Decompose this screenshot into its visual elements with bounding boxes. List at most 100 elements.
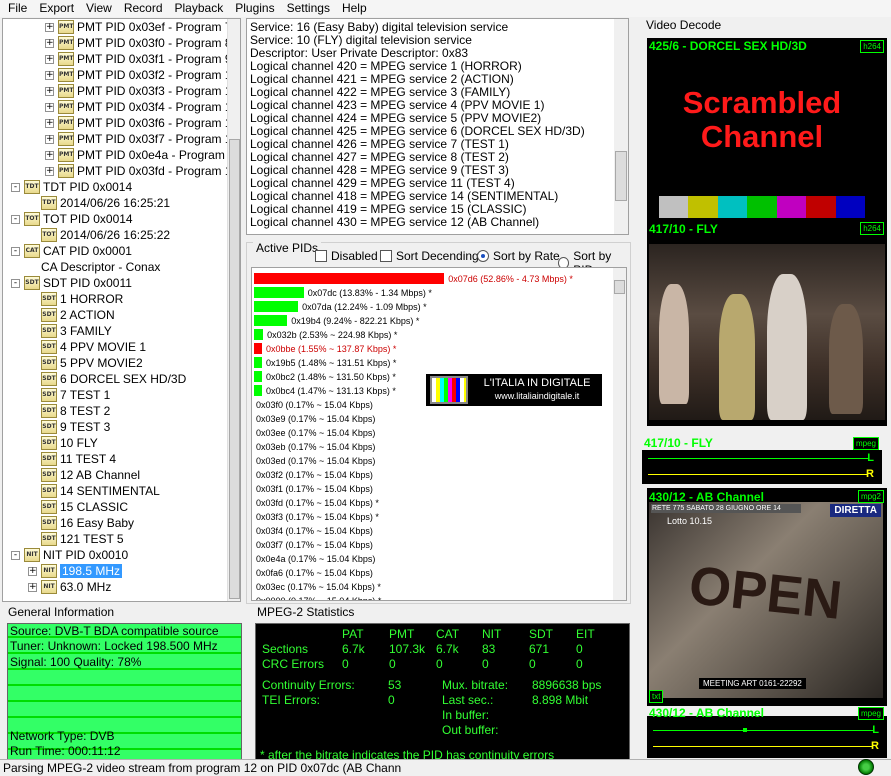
- tree-node[interactable]: SDT 2 ACTION: [28, 307, 115, 323]
- pid-row[interactable]: 0x03ee (0.17% ~ 15.04 Kbps): [256, 426, 375, 439]
- tree-node[interactable]: SDT 16 Easy Baby: [28, 515, 134, 531]
- pid-row[interactable]: 0x0e4a (0.17% ~ 15.04 Kbps): [256, 552, 375, 565]
- pid-row[interactable]: 0x07dc (13.83% - 1.34 Mbps) *: [254, 286, 432, 299]
- tree-node[interactable]: + PMT PMT PID 0x03f1 - Program 9: [45, 51, 232, 67]
- tree-node[interactable]: TDT 2014/06/26 16:25:21: [28, 195, 170, 211]
- pid-row[interactable]: 0x07da (12.24% - 1.09 Mbps) *: [254, 300, 427, 313]
- pid-row[interactable]: 0x03f4 (0.17% ~ 15.04 Kbps): [256, 524, 373, 537]
- menu-help[interactable]: Help: [336, 0, 373, 17]
- tree-node[interactable]: SDT 6 DORCEL SEX HD/3D: [28, 371, 186, 387]
- menu-file[interactable]: File: [2, 0, 33, 17]
- pid-row[interactable]: 0x07d6 (52.86% - 4.73 Mbps) *: [254, 272, 573, 285]
- tree-node[interactable]: SDT 15 CLASSIC: [28, 499, 128, 515]
- collapse-icon[interactable]: -: [11, 550, 20, 560]
- collapse-icon[interactable]: -: [11, 182, 20, 192]
- tree-node[interactable]: SDT 4 PPV MOVIE 1: [28, 339, 146, 355]
- collapse-icon[interactable]: -: [11, 246, 20, 256]
- collapse-icon[interactable]: -: [11, 214, 20, 224]
- expand-icon[interactable]: +: [28, 566, 37, 576]
- expand-icon[interactable]: +: [45, 134, 54, 144]
- pid-row[interactable]: 0x19b4 (9.24% - 822.21 Kbps) *: [254, 314, 419, 327]
- tree-node[interactable]: SDT 3 FAMILY: [28, 323, 112, 339]
- tree-node[interactable]: - TOT TOT PID 0x0014: [11, 211, 133, 227]
- pid-row[interactable]: 0x0bbe (1.55% ~ 137.87 Kbps) *: [254, 342, 396, 355]
- tree-node[interactable]: SDT 14 SENTIMENTAL: [28, 483, 160, 499]
- tree-node[interactable]: SDT 7 TEST 1: [28, 387, 110, 403]
- collapse-icon[interactable]: -: [11, 278, 20, 288]
- tree-scrollbar-thumb[interactable]: [229, 139, 240, 599]
- tree-node[interactable]: - NIT NIT PID 0x0010: [11, 547, 128, 563]
- pid-row[interactable]: 0x03f7 (0.17% ~ 15.04 Kbps): [256, 538, 373, 551]
- psi-tree-view[interactable]: + PMT PMT PID 0x03ef - Program 7 + PMT PMT PI…: [2, 18, 241, 602]
- pid-row[interactable]: 0x03fd (0.17% ~ 15.04 Kbps) *: [256, 496, 379, 509]
- descriptor-scrollbar-thumb[interactable]: [615, 151, 627, 201]
- menu-plugins[interactable]: Plugins: [229, 0, 280, 17]
- video-panel-ab-channel[interactable]: DIRETTA RETE 775 SABATO 28 GIUGNO ORE 14…: [647, 488, 887, 706]
- tree-node[interactable]: SDT 10 FLY: [28, 435, 98, 451]
- tree-node[interactable]: + PMT PMT PID 0x0e4a - Program 16: [45, 147, 240, 163]
- expand-icon[interactable]: +: [45, 118, 54, 128]
- pid-row[interactable]: 0x03e9 (0.17% ~ 15.04 Kbps): [256, 412, 375, 425]
- pid-row[interactable]: 0x0000 (0.17% ~ 15.04 Kbps) *: [256, 594, 381, 601]
- tree-node[interactable]: + PMT PMT PID 0x03ef - Program 7: [45, 19, 232, 35]
- expand-icon[interactable]: +: [28, 582, 37, 592]
- tree-node[interactable]: + PMT PMT PID 0x03fd - Program 121: [45, 163, 240, 179]
- tree-node[interactable]: SDT 12 AB Channel: [28, 467, 140, 483]
- tree-node[interactable]: SDT 121 TEST 5: [28, 531, 124, 547]
- expand-icon[interactable]: +: [45, 38, 54, 48]
- pid-list-scrollbar[interactable]: [613, 268, 626, 600]
- expand-icon[interactable]: +: [45, 166, 54, 176]
- pid-row[interactable]: 0x03eb (0.17% ~ 15.04 Kbps): [256, 440, 375, 453]
- pid-row[interactable]: 0x03ed (0.17% ~ 15.04 Kbps): [256, 454, 375, 467]
- radio-button-selected[interactable]: [477, 250, 489, 262]
- pid-bitrate-list[interactable]: 0x07d6 (52.86% - 4.73 Mbps) * 0x07dc (13.…: [251, 267, 627, 601]
- expand-icon[interactable]: +: [45, 102, 54, 112]
- menu-settings[interactable]: Settings: [281, 0, 336, 17]
- checkbox-box[interactable]: [315, 250, 327, 262]
- disabled-checkbox[interactable]: Disabled: [315, 249, 378, 263]
- tree-node[interactable]: SDT 5 PPV MOVIE2: [28, 355, 143, 371]
- menu-playback[interactable]: Playback: [169, 0, 230, 17]
- pid-row[interactable]: 0x03ec (0.17% ~ 15.04 Kbps) *: [256, 580, 381, 593]
- pid-row[interactable]: 0x03f3 (0.17% ~ 15.04 Kbps) *: [256, 510, 379, 523]
- tree-node[interactable]: + PMT PMT PID 0x03f0 - Program 8: [45, 35, 232, 51]
- tree-node[interactable]: SDT 1 HORROR: [28, 291, 123, 307]
- tree-node[interactable]: SDT 9 TEST 3: [28, 419, 110, 435]
- pid-row[interactable]: 0x0bc4 (1.47% ~ 131.13 Kbps) *: [254, 384, 396, 397]
- tree-node[interactable]: + NIT 198.5 MHz: [28, 563, 123, 579]
- menu-record[interactable]: Record: [118, 0, 169, 17]
- tree-node[interactable]: - TDT TDT PID 0x0014: [11, 179, 132, 195]
- sort-descending-checkbox[interactable]: Sort Decending: [380, 249, 479, 263]
- tree-node[interactable]: SDT 11 TEST 4: [28, 451, 116, 467]
- pid-row[interactable]: 0x19b5 (1.48% ~ 131.51 Kbps) *: [254, 356, 396, 369]
- menu-view[interactable]: View: [80, 0, 118, 17]
- expand-icon[interactable]: +: [45, 54, 54, 64]
- tree-node[interactable]: - SDT SDT PID 0x0011: [11, 275, 132, 291]
- checkbox-box[interactable]: [380, 250, 392, 262]
- descriptor-scrollbar[interactable]: [614, 19, 628, 234]
- video-panel-fly[interactable]: 417/10 - FLY h264: [647, 218, 887, 426]
- pid-row[interactable]: 0x0bc2 (1.48% ~ 131.50 Kbps) *: [254, 370, 396, 383]
- expand-icon[interactable]: +: [45, 22, 54, 32]
- tree-scrollbar[interactable]: [227, 19, 240, 601]
- expand-icon[interactable]: +: [45, 70, 54, 80]
- tree-node[interactable]: + PMT PMT PID 0x03f4 - Program 12: [45, 99, 238, 115]
- pid-row[interactable]: 0x0fa6 (0.17% ~ 15.04 Kbps): [256, 566, 373, 579]
- descriptor-text-panel[interactable]: Service: 16 (Easy Baby) digital televisi…: [246, 18, 629, 235]
- tree-node[interactable]: + PMT PMT PID 0x03f7 - Program 15: [45, 131, 238, 147]
- tree-node[interactable]: + PMT PMT PID 0x03f3 - Program 11: [45, 83, 237, 99]
- pid-list-scrollbar-thumb[interactable]: [614, 280, 625, 294]
- tree-node[interactable]: - CAT CAT PID 0x0001: [11, 243, 132, 259]
- pid-row[interactable]: 0x03f1 (0.17% ~ 15.04 Kbps): [256, 482, 373, 495]
- tree-node[interactable]: SDT 8 TEST 2: [28, 403, 110, 419]
- menu-export[interactable]: Export: [33, 0, 80, 17]
- tree-node[interactable]: + NIT 63.0 MHz: [28, 579, 111, 595]
- pid-row[interactable]: 0x032b (2.53% ~ 224.98 Kbps) *: [254, 328, 397, 341]
- expand-icon[interactable]: +: [45, 86, 54, 96]
- tree-node[interactable]: + PMT PMT PID 0x03f6 - Program 14: [45, 115, 238, 131]
- pid-row[interactable]: 0x03f0 (0.17% ~ 15.04 Kbps): [256, 398, 373, 411]
- pid-row[interactable]: 0x03f2 (0.17% ~ 15.04 Kbps): [256, 468, 373, 481]
- tree-node[interactable]: TOT 2014/06/26 16:25:22: [28, 227, 170, 243]
- video-panel-dorcel[interactable]: Scrambled Channel 425/6 - DORCEL SEX HD/3…: [647, 38, 887, 242]
- tree-node[interactable]: CA Descriptor - Conax: [28, 259, 160, 275]
